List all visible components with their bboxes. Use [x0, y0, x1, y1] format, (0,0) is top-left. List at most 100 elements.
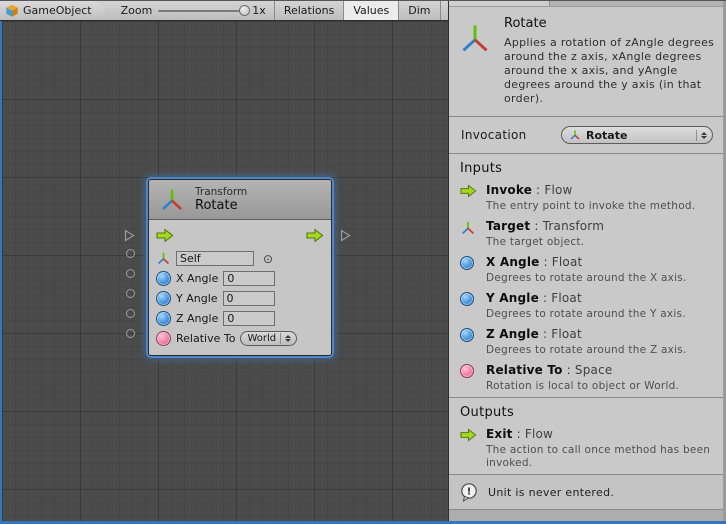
node-title: Rotate — [195, 198, 247, 213]
gameobject-icon — [5, 4, 19, 18]
separator: : — [532, 183, 544, 197]
transform-axes-icon — [459, 22, 491, 106]
invocation-row: Invocation Rotate — [449, 117, 723, 153]
input-entry-relative-to: Relative To : Space Rotation is local to… — [449, 361, 723, 397]
y-angle-field[interactable] — [223, 291, 275, 306]
flow-input-port[interactable] — [156, 228, 174, 243]
object-picker-icon[interactable]: ⊙ — [263, 252, 273, 266]
rotate-unit-node[interactable]: Transform Rotate — [148, 179, 332, 356]
bolt-graph-window: GameObject Zoom 1x Relations Values Dim … — [0, 0, 726, 524]
separator: : — [563, 363, 575, 377]
relative-to-dropdown[interactable]: World — [240, 331, 297, 346]
float-port-icon[interactable] — [156, 271, 171, 286]
z-angle-field[interactable] — [223, 311, 275, 326]
values-button[interactable]: Values — [343, 1, 398, 20]
port-type: Float — [551, 291, 582, 305]
port-name: Y Angle — [486, 291, 539, 305]
breadcrumb-label: GameObject — [23, 4, 92, 17]
flow-output-port[interactable] — [306, 228, 324, 243]
port-type: Float — [551, 327, 582, 341]
z-angle-input-marker[interactable] — [126, 309, 135, 318]
flow-input-marker[interactable] — [124, 227, 135, 246]
y-angle-input-marker[interactable] — [126, 289, 135, 298]
node-x-angle-row: X Angle — [156, 269, 324, 288]
x-angle-field[interactable] — [223, 271, 275, 286]
port-name: X Angle — [486, 255, 540, 269]
float-port-icon[interactable] — [156, 311, 171, 326]
zoom-slider[interactable] — [158, 10, 246, 12]
invocation-value: Rotate — [586, 129, 627, 142]
inspector-footer: ! Unit is never entered. — [449, 474, 723, 524]
input-entry-x-angle: X Angle : Float Degrees to rotate around… — [449, 253, 723, 289]
dim-button[interactable]: Dim — [398, 1, 439, 20]
invocation-dropdown[interactable]: Rotate — [561, 126, 713, 144]
transform-axes-icon — [156, 251, 171, 266]
port-type: Flow — [525, 427, 553, 441]
port-name: Z Angle — [486, 327, 539, 341]
node-flow-row — [156, 226, 324, 245]
separator: : — [539, 327, 551, 341]
flow-output-marker[interactable] — [340, 227, 351, 246]
warning-icon: ! — [459, 482, 479, 502]
dropdown-arrows-icon — [280, 333, 291, 344]
x-angle-label: X Angle — [176, 272, 218, 285]
node-header[interactable]: Transform Rotate — [149, 180, 331, 220]
input-entry-y-angle: Y Angle : Float Degrees to rotate around… — [449, 289, 723, 325]
zoom-label: Zoom — [121, 4, 153, 17]
inspector-title: Rotate — [504, 16, 715, 31]
float-port-icon — [460, 292, 474, 306]
graph-canvas[interactable]: Transform Rotate — [0, 21, 448, 522]
inspector-scrollbar-thumb[interactable] — [449, 1, 550, 6]
port-name: Exit — [486, 427, 513, 441]
input-entry-target: Target : Transform The target object. — [449, 217, 723, 253]
port-description: The entry point to invoke the method. — [486, 200, 719, 213]
input-entry-invoke: Invoke : Flow The entry point to invoke … — [449, 181, 723, 217]
port-name: Relative To — [486, 363, 563, 377]
inspector-description: Applies a rotation of zAngle degrees aro… — [504, 36, 715, 106]
invocation-label: Invocation — [461, 128, 527, 142]
warning-text: Unit is never entered. — [488, 486, 614, 499]
warning-row: ! Unit is never entered. — [449, 475, 723, 509]
zoom-slider-knob[interactable] — [239, 5, 250, 16]
outputs-section-header: Outputs — [449, 398, 723, 425]
flow-arrow-icon — [460, 428, 477, 442]
z-angle-label: Z Angle — [176, 312, 218, 325]
port-type: Float — [552, 255, 583, 269]
port-type: Transform — [543, 219, 605, 233]
relative-to-input-marker[interactable] — [126, 329, 135, 338]
separator: : — [513, 427, 525, 441]
svg-text:!: ! — [467, 487, 472, 498]
port-description: Degrees to rotate around the Y axis. — [486, 308, 719, 321]
x-angle-input-marker[interactable] — [126, 269, 135, 278]
target-field[interactable] — [176, 251, 254, 266]
node-target-row: ⊙ — [156, 249, 324, 268]
flow-arrow-icon — [460, 184, 477, 198]
y-angle-label: Y Angle — [176, 292, 218, 305]
target-input-marker[interactable] — [126, 249, 135, 258]
zoom-control: Zoom 1x — [107, 1, 274, 20]
transform-axes-icon — [159, 186, 185, 214]
float-port-icon[interactable] — [156, 291, 171, 306]
space-port-icon[interactable] — [156, 331, 171, 346]
port-name: Invoke — [486, 183, 532, 197]
inspector-scrollbar[interactable] — [449, 1, 723, 7]
inputs-section-header: Inputs — [449, 154, 723, 181]
space-port-icon — [460, 364, 474, 378]
dropdown-arrows-icon — [696, 130, 707, 141]
float-port-icon — [460, 328, 474, 342]
input-entry-z-angle: Z Angle : Float Degrees to rotate around… — [449, 325, 723, 361]
port-description: Rotation is local to object or World. — [486, 380, 719, 393]
graph-toolbar: GameObject Zoom 1x Relations Values Dim … — [0, 1, 448, 21]
node-relative-to-row: Relative To World — [156, 329, 324, 348]
breadcrumb[interactable]: GameObject — [0, 1, 107, 20]
node-y-angle-row: Y Angle — [156, 289, 324, 308]
port-description: Degrees to rotate around the Z axis. — [486, 344, 719, 357]
node-body: ⊙ X Angle Y Angle Z Angle — [149, 220, 331, 355]
port-description: Degrees to rotate around the X axis. — [486, 272, 719, 285]
separator: : — [540, 255, 552, 269]
transform-axes-icon — [569, 129, 581, 141]
relative-to-label: Relative To — [176, 332, 235, 345]
transform-axes-icon — [460, 220, 476, 236]
port-type: Space — [575, 363, 613, 377]
relations-button[interactable]: Relations — [274, 1, 344, 20]
